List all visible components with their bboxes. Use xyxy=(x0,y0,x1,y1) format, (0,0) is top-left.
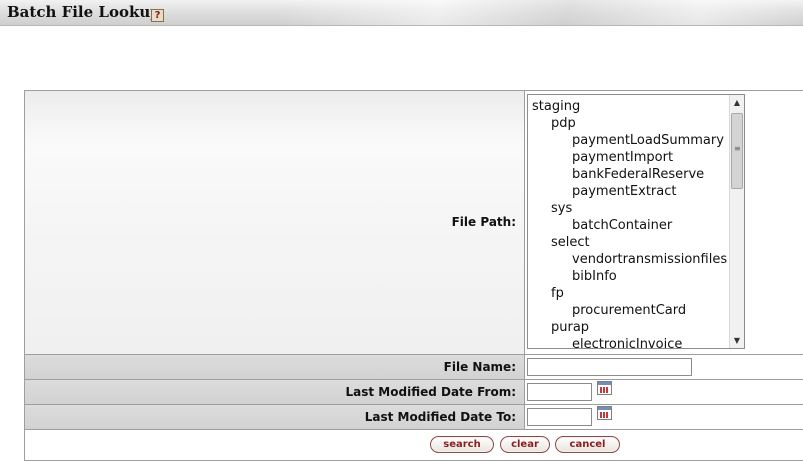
tree-node[interactable]: vendortransmissionfiles xyxy=(528,251,729,268)
tree-node[interactable]: pdp xyxy=(528,115,729,132)
button-row: search clear cancel xyxy=(24,429,803,461)
cancel-button[interactable]: cancel xyxy=(555,436,620,453)
calendar-icon[interactable] xyxy=(597,406,612,420)
tree-scrollbar[interactable]: ▲ ≡ ▼ xyxy=(729,95,744,348)
tree-node[interactable]: bankFederalReserve xyxy=(528,166,729,183)
tree-node[interactable]: paymentImport xyxy=(528,149,729,166)
calendar-icon[interactable] xyxy=(597,381,612,395)
date-from-input[interactable] xyxy=(527,383,592,401)
file-path-row: File Path: staging pdp paymentLoadSummar… xyxy=(24,90,803,354)
help-icon[interactable]: ? xyxy=(151,9,164,22)
tree-node[interactable]: paymentLoadSummary xyxy=(528,132,729,149)
scrollbar-thumb[interactable]: ≡ xyxy=(731,113,743,189)
tree-node[interactable]: electronicInvoice xyxy=(528,336,729,348)
date-to-row: Last Modified Date To: xyxy=(24,404,803,429)
tree-node[interactable]: batchContainer xyxy=(528,217,729,234)
file-path-label: File Path: xyxy=(451,215,516,229)
search-button[interactable]: search xyxy=(430,436,494,453)
file-path-tree[interactable]: staging pdp paymentLoadSummary paymentIm… xyxy=(527,94,745,349)
tree-node[interactable]: select xyxy=(528,234,729,251)
tree-node[interactable]: sys xyxy=(528,200,729,217)
page-header: Batch File Lookup ? xyxy=(0,0,803,26)
tree-node[interactable]: paymentExtract xyxy=(528,183,729,200)
lookup-form: File Path: staging pdp paymentLoadSummar… xyxy=(24,90,803,461)
date-from-row: Last Modified Date From: xyxy=(24,379,803,404)
scroll-down-arrow-icon[interactable]: ▼ xyxy=(730,333,744,348)
clear-button[interactable]: clear xyxy=(500,436,550,453)
tree-node[interactable]: procurementCard xyxy=(528,302,729,319)
file-name-row: File Name: xyxy=(24,354,803,379)
scroll-up-arrow-icon[interactable]: ▲ xyxy=(730,95,744,110)
page-title: Batch File Lookup xyxy=(7,3,161,21)
tree-node[interactable]: staging xyxy=(528,98,729,115)
date-to-label: Last Modified Date To: xyxy=(364,410,516,424)
tree-node[interactable]: fp xyxy=(528,285,729,302)
tree-node[interactable]: bibInfo xyxy=(528,268,729,285)
file-name-input[interactable] xyxy=(527,358,692,376)
file-name-label: File Name: xyxy=(443,360,516,374)
date-to-input[interactable] xyxy=(527,408,592,426)
date-from-label: Last Modified Date From: xyxy=(345,385,517,399)
tree-node[interactable]: purap xyxy=(528,319,729,336)
